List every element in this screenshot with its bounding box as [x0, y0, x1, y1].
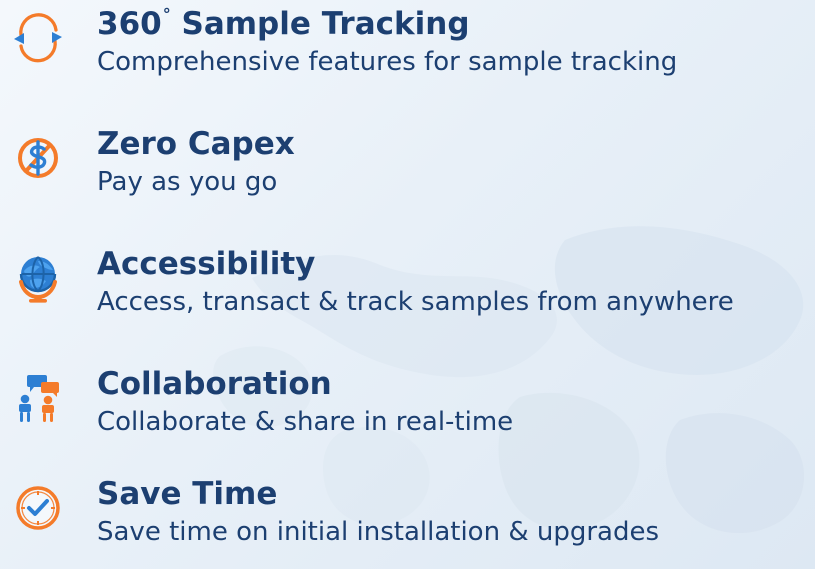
- feature-accessibility: Accessibility Access, transact & track s…: [0, 240, 815, 336]
- feature-sample-tracking: 360° Sample Tracking Comprehensive featu…: [0, 0, 815, 96]
- clock-icon: [10, 480, 66, 536]
- feature-title-number: 360: [97, 6, 162, 42]
- feature-zero-capex: Zero Capex Pay as you go: [0, 120, 815, 216]
- degree-symbol: °: [162, 5, 171, 24]
- feature-description: Save time on initial installation & upgr…: [97, 517, 660, 547]
- globe-icon: [10, 250, 66, 306]
- feature-collaboration: Collaboration Collaborate & share in rea…: [0, 360, 815, 456]
- feature-title: Save Time: [97, 476, 278, 512]
- feature-save-time: Save Time Save time on initial installat…: [0, 470, 815, 566]
- feature-description: Collaborate & share in real-time: [97, 407, 514, 437]
- feature-description: Pay as you go: [97, 167, 278, 197]
- feature-description: Comprehensive features for sample tracki…: [97, 47, 678, 77]
- circular-arrows-icon: [10, 10, 66, 66]
- collaboration-icon: [10, 370, 66, 426]
- feature-title: Collaboration: [97, 366, 332, 402]
- feature-title: 360° Sample Tracking: [97, 5, 470, 42]
- feature-title: Accessibility: [97, 246, 316, 282]
- feature-list: 360° Sample Tracking Comprehensive featu…: [0, 0, 815, 569]
- feature-description: Access, transact & track samples from an…: [97, 287, 734, 317]
- feature-title: Zero Capex: [97, 126, 295, 162]
- no-dollar-icon: [10, 130, 66, 186]
- feature-title-text: Sample Tracking: [170, 6, 470, 42]
